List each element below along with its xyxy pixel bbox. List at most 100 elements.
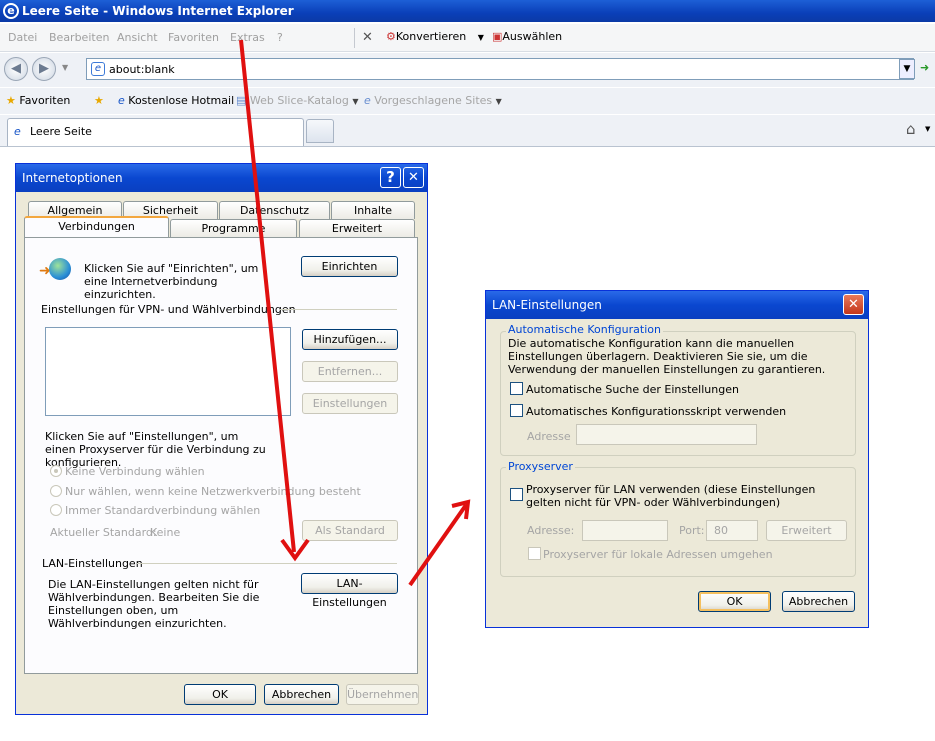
- dialog-title-bar: Internetoptionen: [16, 164, 427, 192]
- menu-datei[interactable]: Datei: [8, 31, 37, 44]
- web-slice-icon: ▤: [236, 94, 247, 107]
- lan-settings-button[interactable]: LAN-Einstellungen: [301, 573, 398, 609]
- star-icon: ★: [6, 94, 16, 107]
- setup-button[interactable]: Einrichten: [301, 256, 398, 277]
- apply-button[interactable]: Übernehmen: [346, 684, 419, 705]
- lan-heading: LAN-Einstellungen: [42, 557, 143, 570]
- proxy-address-input[interactable]: [582, 520, 668, 541]
- menu-help[interactable]: ?: [277, 31, 283, 44]
- select-label: Auswählen: [502, 30, 563, 43]
- dialog-title: Internetoptionen: [22, 171, 123, 185]
- help-icon: ?: [386, 168, 395, 186]
- radio-always-dial-default[interactable]: [50, 504, 62, 516]
- chevron-down-icon: ▼: [352, 97, 359, 106]
- proxy-address-label: Adresse:: [527, 524, 575, 537]
- checkbox-label: Automatisches Konfigurationsskript verwe…: [526, 405, 787, 418]
- help-button[interactable]: ?: [380, 167, 401, 188]
- convert-icon: ⚙: [386, 30, 396, 43]
- tab-datenschutz[interactable]: Datenschutz: [219, 201, 330, 219]
- tab-verbindungen[interactable]: Verbindungen: [24, 216, 169, 237]
- script-address-input[interactable]: [576, 424, 757, 445]
- convert-label: Konvertieren: [395, 30, 467, 43]
- vpn-heading: Einstellungen für VPN- und Wählverbindun…: [41, 303, 296, 316]
- address-dropdown-icon[interactable]: ▼: [899, 59, 915, 79]
- auto-detect-checkbox[interactable]: [510, 382, 523, 395]
- connection-settings-button[interactable]: Einstellungen: [302, 393, 398, 414]
- add-connection-button[interactable]: Hinzufügen...: [302, 329, 398, 350]
- cancel-button[interactable]: Abbrechen: [264, 684, 339, 705]
- favorites-button[interactable]: ★ Favoriten: [6, 94, 70, 107]
- internet-options-dialog: Internetoptionen ? ✕ Allgemein Sicherhei…: [15, 163, 428, 715]
- group-label: Proxyserver: [506, 460, 575, 473]
- connections-panel: ➜ Klicken Sie auf "Einrichten", um eine …: [24, 237, 418, 674]
- radio-dial-when-no-network[interactable]: [50, 485, 62, 497]
- menu-extras[interactable]: Extras: [230, 31, 265, 44]
- tab-label: Leere Seite: [30, 125, 92, 138]
- port-input[interactable]: 80: [706, 520, 758, 541]
- ie-page-icon: e: [364, 94, 371, 107]
- set-default-button[interactable]: Als Standard: [302, 520, 398, 541]
- checkbox-label: Proxyserver für LAN verwenden (diese Ein…: [526, 483, 816, 509]
- tab-blank-page[interactable]: e Leere Seite: [7, 118, 304, 146]
- chevron-down-icon[interactable]: ▼: [925, 125, 930, 133]
- select-button[interactable]: ▣Auswählen: [492, 30, 562, 43]
- menu-favoriten[interactable]: Favoriten: [168, 31, 219, 44]
- radio-label: Immer Standardverbindung wählen: [65, 504, 261, 517]
- select-icon: ▣: [492, 30, 503, 43]
- divider: [279, 309, 397, 310]
- setup-text: Klicken Sie auf "Einrichten", um eine In…: [84, 262, 259, 301]
- tab-erweitert[interactable]: Erweitert: [299, 219, 415, 237]
- bypass-local-checkbox[interactable]: [528, 547, 541, 560]
- history-chevron-icon[interactable]: ▼: [62, 63, 68, 72]
- home-icon[interactable]: ⌂: [906, 120, 916, 138]
- radio-label: Keine Verbindung wählen: [65, 465, 205, 478]
- page-icon: e: [91, 62, 105, 76]
- close-toolbar-icon[interactable]: ✕: [362, 30, 373, 45]
- close-icon[interactable]: ✕: [843, 294, 864, 315]
- window-title-bar: Leere Seite - Windows Internet Explorer: [0, 0, 935, 22]
- menu-ansicht[interactable]: Ansicht: [117, 31, 158, 44]
- address-text: about:blank: [109, 63, 175, 76]
- lan-settings-dialog: LAN-Einstellungen ✕ Automatische Konfigu…: [485, 290, 869, 628]
- fav-label: Web Slice-Katalog: [249, 94, 349, 107]
- use-proxy-checkbox[interactable]: [510, 488, 523, 501]
- tab-programme[interactable]: Programme: [170, 219, 297, 237]
- new-tab-button[interactable]: [306, 119, 334, 143]
- cancel-button[interactable]: Abbrechen: [782, 591, 855, 612]
- chevron-down-icon: ▼: [495, 97, 502, 106]
- fav-label: Vorgeschlagene Sites: [374, 94, 493, 107]
- back-icon[interactable]: ◀: [4, 57, 28, 81]
- auto-script-checkbox[interactable]: [510, 404, 523, 417]
- annotation-arrowhead: [451, 499, 471, 520]
- remove-connection-button[interactable]: Entfernen...: [302, 361, 398, 382]
- close-icon[interactable]: ✕: [403, 167, 424, 188]
- ok-button[interactable]: OK: [698, 591, 771, 612]
- address-input[interactable]: e about:blank: [86, 58, 914, 80]
- ie-logo-icon: e: [3, 3, 19, 19]
- convert-button[interactable]: ⚙Konvertieren ▼: [386, 30, 484, 43]
- window-title: Leere Seite - Windows Internet Explorer: [22, 4, 294, 18]
- proxy-text: Klicken Sie auf "Einstellungen", um eine…: [45, 430, 266, 469]
- radio-no-dial[interactable]: [50, 465, 62, 477]
- script-address-label: Adresse: [527, 430, 571, 443]
- chevron-down-icon[interactable]: ▼: [478, 33, 484, 42]
- forward-icon[interactable]: ▶: [32, 57, 56, 81]
- fav-item-hotmail[interactable]: e Kostenlose Hotmail: [118, 94, 234, 107]
- tab-inhalte[interactable]: Inhalte: [331, 201, 415, 219]
- network-globe-icon: ➜: [39, 258, 73, 282]
- advanced-button[interactable]: Erweitert: [766, 520, 847, 541]
- ok-button[interactable]: OK: [184, 684, 256, 705]
- checkbox-label: Automatische Suche der Einstellungen: [526, 383, 739, 396]
- lan-text: Die LAN-Einstellungen gelten nicht für W…: [48, 578, 260, 630]
- menu-bearbeiten[interactable]: Bearbeiten: [49, 31, 109, 44]
- add-favorite-icon[interactable]: ★: [94, 94, 104, 107]
- vpn-connection-list[interactable]: [45, 327, 291, 416]
- fav-item-suggested[interactable]: e Vorgeschlagene Sites ▼: [364, 94, 502, 107]
- default-value: Keine: [150, 526, 181, 539]
- go-icon[interactable]: ➜: [920, 61, 929, 74]
- fav-label: Kostenlose Hotmail: [128, 94, 235, 107]
- dialog-title: LAN-Einstellungen: [492, 298, 602, 312]
- ie-page-icon: e: [118, 94, 125, 107]
- fav-item-web-slice[interactable]: ▤ Web Slice-Katalog ▼: [236, 94, 359, 107]
- divider: [137, 563, 397, 564]
